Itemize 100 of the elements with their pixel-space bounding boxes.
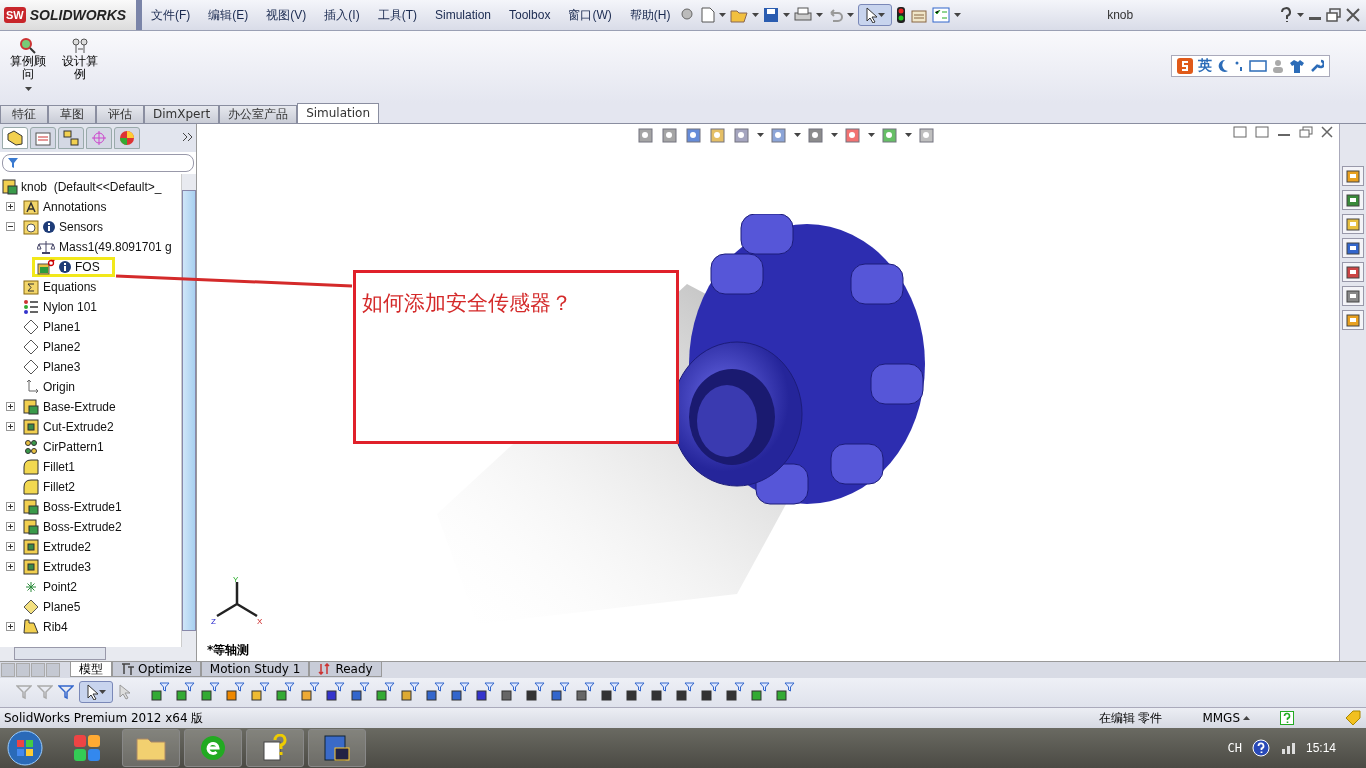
tree-item[interactable]: Mass1(49.8091701 g: [59, 239, 172, 254]
keyboard-icon[interactable]: [1249, 60, 1267, 72]
view-tool-icon[interactable]: [685, 125, 703, 144]
tree-item[interactable]: Nylon 101: [43, 299, 98, 314]
select-button[interactable]: [858, 4, 893, 26]
clock[interactable]: 15:14: [1305, 741, 1336, 756]
selection-filter-icon[interactable]: [700, 682, 720, 703]
network-icon[interactable]: [1279, 741, 1296, 756]
tree-item[interactable]: FOS: [75, 259, 100, 274]
filter-toggle-icon[interactable]: [37, 684, 53, 701]
new-document-icon[interactable]: [701, 7, 716, 23]
panel-tab[interactable]: [30, 126, 56, 149]
expand-toggle[interactable]: [6, 422, 15, 432]
task-pane-button[interactable]: [1342, 189, 1364, 210]
tree-item[interactable]: Plane5: [43, 599, 81, 614]
close-icon[interactable]: [1346, 8, 1360, 22]
tile-left-icon[interactable]: [1233, 125, 1247, 138]
selection-filter-icon[interactable]: [425, 682, 445, 703]
tile-right-icon[interactable]: [1255, 125, 1269, 138]
tree-item[interactable]: Fillet2: [43, 479, 75, 494]
tree-item[interactable]: Origin: [43, 379, 75, 394]
moon-icon[interactable]: [1217, 59, 1229, 73]
checklist-icon[interactable]: [932, 7, 951, 23]
restore-icon[interactable]: [1299, 125, 1313, 138]
bottom-tab[interactable]: Ready: [309, 662, 382, 678]
caret-icon[interactable]: [847, 13, 855, 17]
ime-logo-icon[interactable]: [1177, 58, 1193, 74]
filter-toggle-icon[interactable]: [16, 684, 32, 701]
ribbon-tab[interactable]: DimXpert: [144, 104, 220, 123]
selection-filter-icon[interactable]: [150, 682, 170, 703]
language-indicator[interactable]: CH: [1227, 741, 1242, 756]
selection-filter-icon[interactable]: [275, 682, 295, 703]
view-tool-icon[interactable]: [661, 125, 679, 144]
panel-tab[interactable]: [114, 126, 140, 149]
traffic-light-icon[interactable]: [896, 6, 907, 24]
tree-item[interactable]: Sensors: [59, 219, 104, 234]
selection-filter-icon[interactable]: [325, 682, 345, 703]
expand-toggle[interactable]: [6, 542, 15, 552]
task-pane-button[interactable]: [1342, 213, 1364, 234]
collapse-toggle[interactable]: [6, 222, 15, 232]
tree-item[interactable]: Extrude2: [43, 539, 92, 554]
filter-field[interactable]: [2, 153, 194, 172]
select-button[interactable]: [79, 681, 113, 704]
tree-item[interactable]: Point2: [43, 579, 78, 594]
restore-icon[interactable]: [1326, 8, 1342, 22]
caret-icon[interactable]: [794, 132, 801, 137]
view-tool-icon[interactable]: [918, 125, 936, 144]
caret-icon[interactable]: [752, 13, 760, 17]
selection-filter-icon[interactable]: [225, 682, 245, 703]
tree-item[interactable]: Equations: [43, 279, 97, 294]
selection-filter-icon[interactable]: [775, 682, 795, 703]
menu-item[interactable]: 插入(I): [315, 6, 369, 24]
caret-icon[interactable]: [1297, 13, 1304, 17]
ribbon-tab[interactable]: 评估: [96, 104, 144, 123]
tree-item[interactable]: Plane3: [43, 359, 81, 374]
taskbar-button[interactable]: [308, 729, 366, 768]
command-button[interactable]: 算例顾问: [6, 35, 50, 93]
help-icon[interactable]: [1279, 7, 1293, 23]
selection-filter-icon[interactable]: [600, 682, 620, 703]
caret-icon[interactable]: [816, 13, 824, 17]
bottom-tab[interactable]: 模型: [70, 662, 112, 678]
selection-filter-icon[interactable]: [625, 682, 645, 703]
horizontal-scrollbar[interactable]: [0, 646, 196, 661]
ribbon-tab[interactable]: 特征: [0, 104, 48, 123]
view-tool-icon[interactable]: [770, 125, 788, 144]
ribbon-tab[interactable]: 草图: [48, 104, 96, 123]
tree-item[interactable]: Fillet1: [43, 459, 75, 474]
shirt-icon[interactable]: [1289, 59, 1305, 73]
view-tool-icon[interactable]: [844, 125, 862, 144]
tree-item[interactable]: Plane2: [43, 339, 81, 354]
tag-icon[interactable]: [1344, 709, 1362, 728]
selection-filter-icon[interactable]: [200, 682, 220, 703]
task-pane-button[interactable]: [1342, 237, 1364, 258]
bottom-tab[interactable]: Motion Study 1: [200, 662, 310, 678]
view-tool-icon[interactable]: [733, 125, 751, 144]
view-tool-icon[interactable]: [881, 125, 899, 144]
selection-filter-icon[interactable]: [750, 682, 770, 703]
print-icon[interactable]: [794, 7, 813, 23]
task-pane-button[interactable]: [1342, 285, 1364, 306]
start-orb-icon[interactable]: [6, 729, 44, 768]
expand-panel-icon[interactable]: [182, 131, 194, 142]
caret-icon[interactable]: [24, 87, 32, 91]
selection-filter-icon[interactable]: [725, 682, 745, 703]
expand-toggle[interactable]: [6, 202, 15, 212]
menu-item[interactable]: Simulation: [426, 8, 500, 22]
caret-icon[interactable]: [757, 132, 764, 137]
menu-item[interactable]: 帮助(H): [620, 6, 680, 24]
save-icon[interactable]: [763, 7, 780, 23]
caret-icon[interactable]: [783, 13, 791, 17]
taskbar-button[interactable]: [246, 729, 304, 768]
expand-toggle[interactable]: [6, 402, 15, 412]
taskbar-button[interactable]: [184, 729, 242, 768]
ribbon-tab[interactable]: Simulation: [297, 102, 380, 123]
tree-item[interactable]: Annotations: [43, 199, 107, 214]
selection-filter-icon[interactable]: [550, 682, 570, 703]
scrollbar[interactable]: [181, 173, 196, 647]
selection-filter-icon[interactable]: [525, 682, 545, 703]
units-button[interactable]: MMGS: [1202, 711, 1250, 726]
caret-icon[interactable]: [877, 13, 885, 17]
selection-filter-icon[interactable]: [450, 682, 470, 703]
